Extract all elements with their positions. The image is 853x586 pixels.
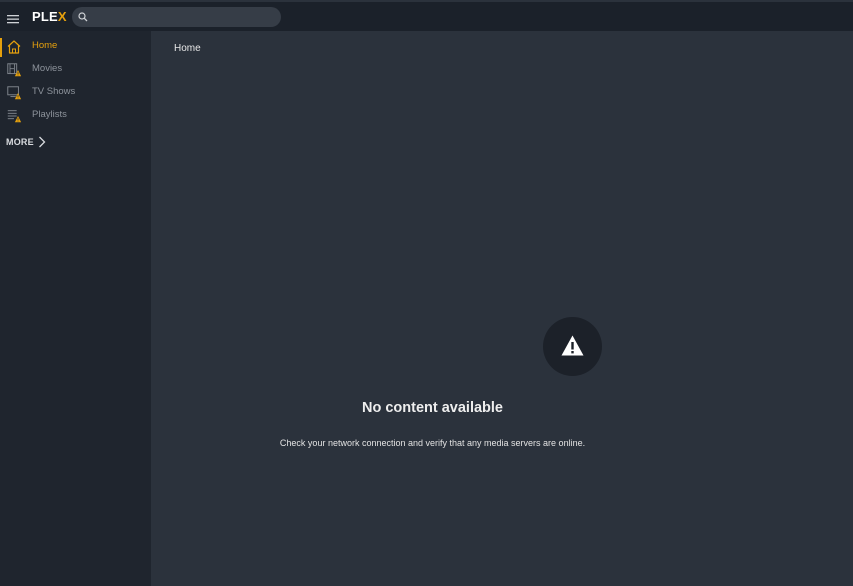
playlist-icon	[7, 110, 22, 123]
sidebar-item-movies[interactable]: Movies	[0, 58, 151, 81]
chevron-right-icon	[39, 136, 46, 148]
empty-state-icon-container	[543, 317, 602, 376]
sidebar-item-label: TV Shows	[32, 86, 76, 97]
home-icon	[7, 40, 21, 54]
warning-icon	[561, 335, 584, 356]
sidebar-item-label: Movies	[32, 63, 63, 74]
search-input[interactable]	[92, 7, 277, 27]
sidebar-item-label: Playlists	[32, 109, 67, 120]
active-indicator	[0, 38, 2, 57]
more-label: MORE	[6, 137, 34, 147]
logo-text: PLE	[32, 9, 58, 24]
sidebar-item-home[interactable]: Home	[0, 35, 151, 58]
plex-logo[interactable]: PLEX	[32, 9, 67, 25]
empty-state-title: No content available	[361, 400, 503, 416]
sidebar-item-playlists[interactable]: Playlists	[0, 104, 151, 127]
top-bar: PLEX	[0, 0, 853, 31]
tv-icon	[7, 86, 22, 100]
sidebar: Home Movies TV Shows Playlists MORE	[0, 31, 151, 586]
logo-accent: X	[57, 9, 67, 24]
main-content: Home No content available Check your net…	[151, 31, 853, 586]
search-box[interactable]	[72, 7, 281, 27]
search-icon	[78, 12, 88, 22]
sidebar-item-tv-shows[interactable]: TV Shows	[0, 81, 151, 104]
hamburger-menu-icon[interactable]	[7, 11, 19, 24]
film-icon	[7, 63, 22, 77]
sidebar-item-label: Home	[32, 40, 58, 51]
page-title: Home	[174, 43, 201, 54]
empty-state-message: Check your network connection and verify…	[279, 438, 586, 448]
